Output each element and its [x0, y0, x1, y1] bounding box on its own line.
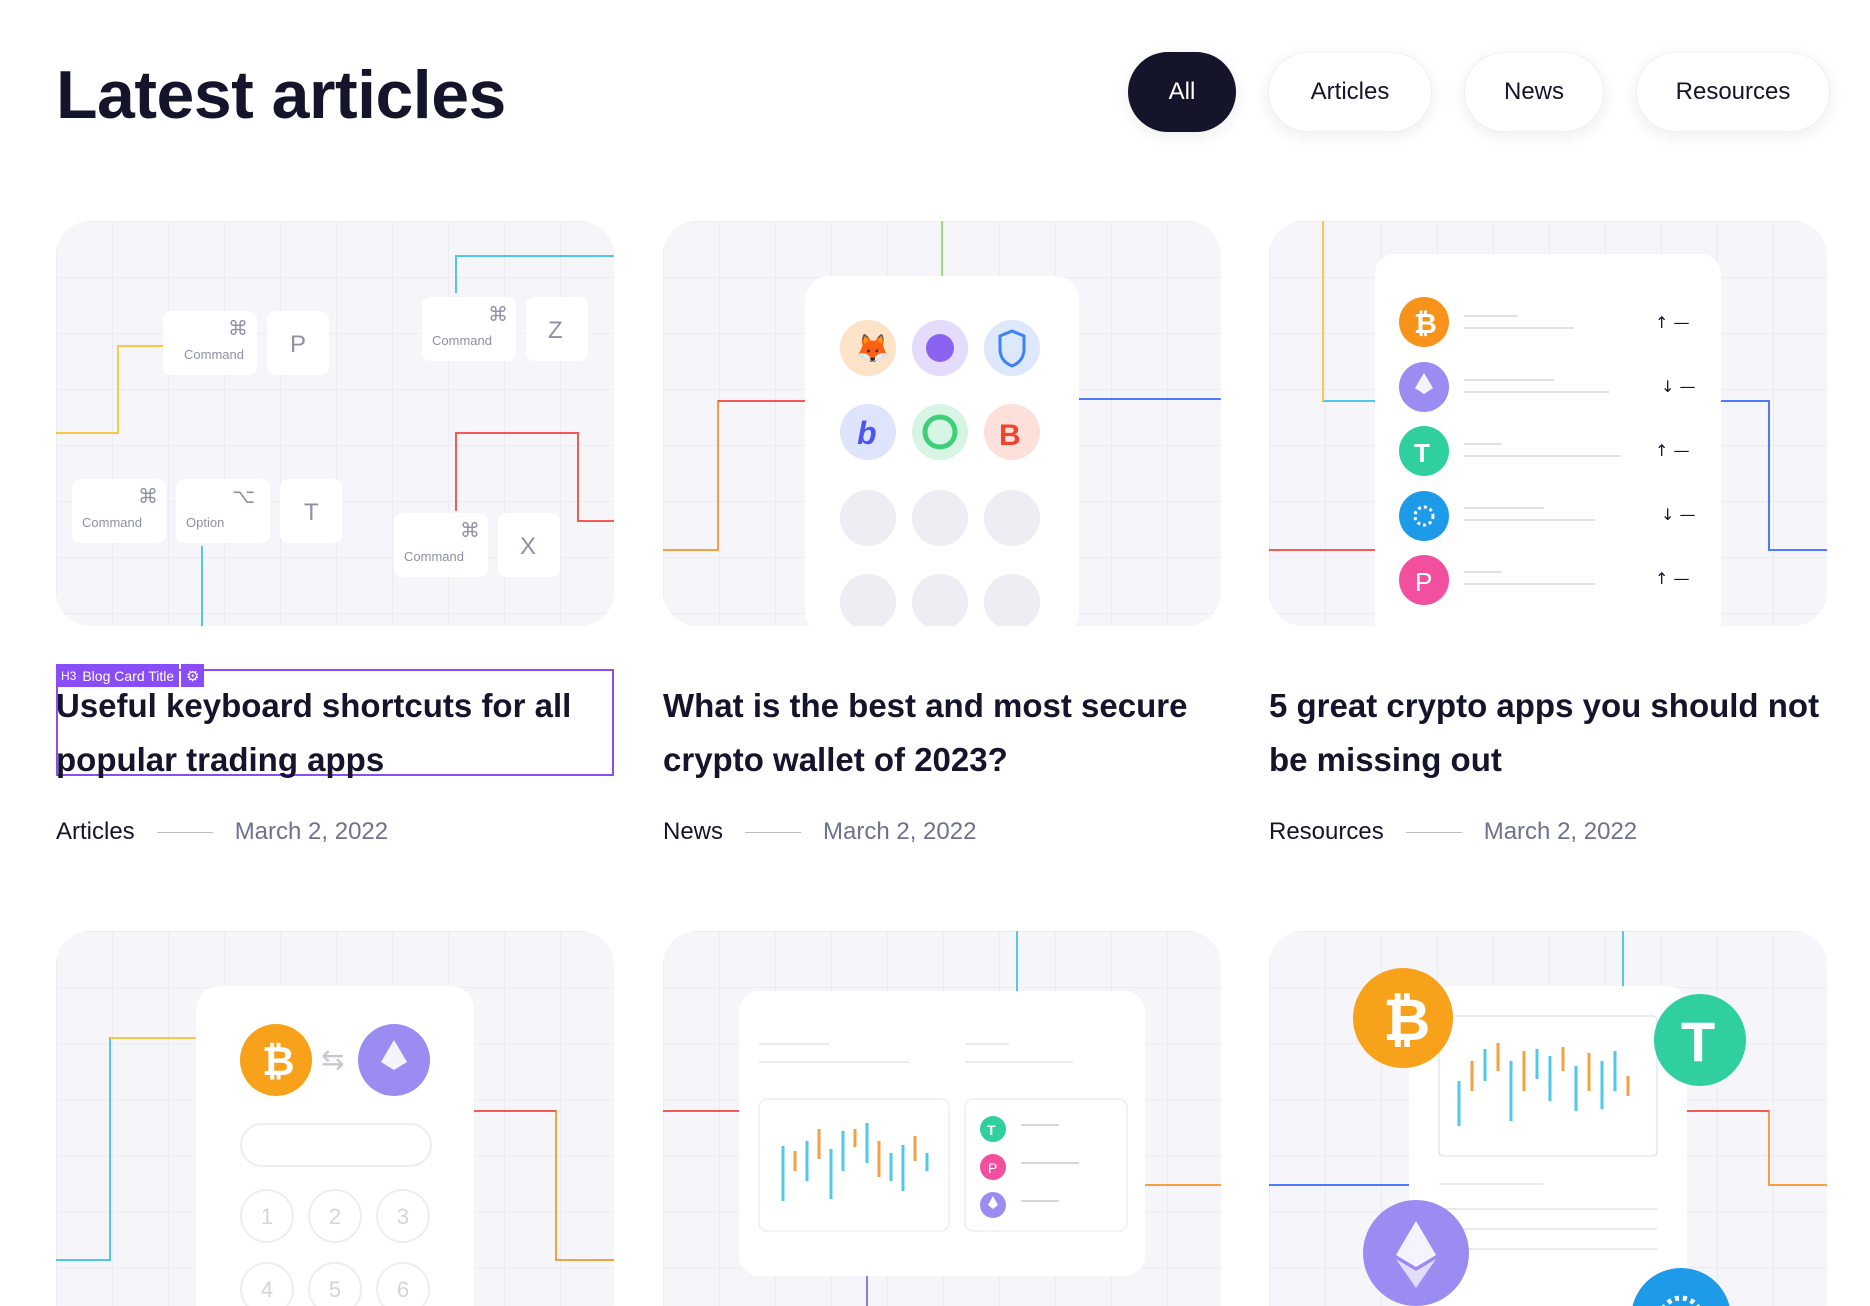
svg-text:T: T	[1681, 1010, 1715, 1073]
card-image-swap[interactable]: ₿ ⇆ 1 2 3 4 5 6	[56, 931, 614, 1306]
blog-card[interactable]: ₿ ⇆ 1 2 3 4 5 6	[56, 931, 614, 1306]
svg-text:↑ —: ↑ —	[1655, 569, 1690, 588]
card-date: March 2, 2022	[823, 818, 977, 845]
card-date: March 2, 2022	[234, 818, 389, 845]
svg-text:P: P	[290, 331, 306, 358]
svg-text:X: X	[520, 533, 536, 560]
svg-text:🦊: 🦊	[855, 333, 890, 364]
filter-resources-button[interactable]: Resources	[1636, 52, 1830, 132]
meta-divider	[745, 831, 802, 833]
blog-card[interactable]: 🦊 b B What is the best and most secure c…	[663, 221, 1221, 861]
svg-text:⌥: ⌥	[232, 486, 255, 508]
meta-divider	[1405, 831, 1462, 833]
svg-text:Option: Option	[186, 515, 224, 530]
svg-text:1: 1	[261, 1204, 273, 1229]
svg-text:⌘: ⌘	[138, 486, 158, 508]
card-title[interactable]: Useful keyboard shortcuts for all popula…	[56, 679, 614, 787]
filter-news-button[interactable]: News	[1464, 52, 1604, 132]
card-category[interactable]: News	[663, 818, 723, 846]
wallet-illustration: 🦊 b B	[663, 221, 1221, 626]
page-title: Latest articles	[56, 57, 506, 133]
card-category[interactable]: Resources	[1269, 818, 1384, 846]
svg-text:B: B	[999, 419, 1021, 452]
card-date: March 2, 2022	[1483, 818, 1638, 845]
filter-tabs: All Articles News Resources	[1128, 52, 1830, 132]
svg-text:3: 3	[397, 1204, 409, 1229]
svg-text:Z: Z	[548, 317, 563, 344]
header: Latest articles All Articles News Resour…	[56, 52, 1830, 136]
filter-all-button[interactable]: All	[1128, 52, 1236, 132]
svg-text:₿: ₿	[1414, 308, 1437, 339]
card-category[interactable]: Articles	[56, 818, 135, 846]
svg-text:Command: Command	[404, 549, 464, 564]
swap-illustration: ₿ ⇆ 1 2 3 4 5 6	[56, 986, 614, 1306]
svg-text:2: 2	[329, 1204, 341, 1229]
card-image-trading-apps[interactable]: ₿ T	[1269, 931, 1827, 1306]
blog-card[interactable]: T P	[663, 931, 1221, 1306]
svg-text:b: b	[857, 415, 877, 451]
dashboard-illustration: T P	[663, 931, 1221, 1306]
crypto-list-illustration: ↑ — ↓ — ↑ — ↓ — ↑ — ₿ T P	[1269, 221, 1827, 626]
svg-text:Command: Command	[82, 515, 142, 530]
blog-card[interactable]: Command ⌘ P Command ⌘ Z Command ⌘ Option…	[56, 221, 614, 861]
svg-text:T: T	[304, 499, 319, 526]
svg-text:Command: Command	[432, 333, 492, 348]
svg-text:₿: ₿	[262, 1040, 295, 1084]
svg-text:⇆: ⇆	[321, 1043, 344, 1076]
card-image-crypto-wallets[interactable]: 🦊 b B	[663, 221, 1221, 626]
svg-text:⌘: ⌘	[460, 520, 480, 542]
svg-text:6: 6	[397, 1277, 409, 1302]
keyboard-illustration: Command ⌘ P Command ⌘ Z Command ⌘ Option…	[56, 255, 614, 626]
svg-text:P: P	[1415, 567, 1432, 597]
card-image-keyboard-shortcuts[interactable]: Command ⌘ P Command ⌘ Z Command ⌘ Option…	[56, 221, 614, 626]
svg-text:T: T	[987, 1122, 996, 1138]
svg-text:P: P	[988, 1160, 997, 1176]
card-meta: Resources March 2, 2022	[1269, 818, 1637, 846]
svg-text:5: 5	[329, 1277, 341, 1302]
svg-text:₿: ₿	[1383, 988, 1430, 1053]
svg-text:↓ —: ↓ —	[1661, 505, 1696, 524]
blog-card[interactable]: ↑ — ↓ — ↑ — ↓ — ↑ — ₿ T P 5 great crypto app…	[1269, 221, 1827, 861]
card-meta: News March 2, 2022	[663, 818, 976, 846]
card-title[interactable]: What is the best and most secure crypto …	[663, 679, 1221, 787]
card-image-dashboard[interactable]: T P	[663, 931, 1221, 1306]
svg-text:↓ —: ↓ —	[1661, 377, 1696, 396]
svg-text:↑ —: ↑ —	[1655, 313, 1690, 332]
svg-text:↑ —: ↑ —	[1655, 441, 1690, 460]
trading-illustration: ₿ T	[1269, 931, 1827, 1306]
card-meta: Articles March 2, 2022	[56, 818, 388, 846]
card-image-crypto-apps[interactable]: ↑ — ↓ — ↑ — ↓ — ↑ — ₿ T P	[1269, 221, 1827, 626]
svg-text:⌘: ⌘	[488, 304, 508, 326]
blog-card[interactable]: ₿ T	[1269, 931, 1827, 1306]
svg-text:⌘: ⌘	[228, 318, 248, 340]
svg-text:T: T	[1414, 438, 1430, 468]
meta-divider	[156, 831, 213, 833]
card-title[interactable]: 5 great crypto apps you should not be mi…	[1269, 679, 1827, 787]
svg-text:4: 4	[261, 1277, 273, 1302]
filter-articles-button[interactable]: Articles	[1268, 52, 1432, 132]
svg-text:Command: Command	[184, 347, 244, 362]
